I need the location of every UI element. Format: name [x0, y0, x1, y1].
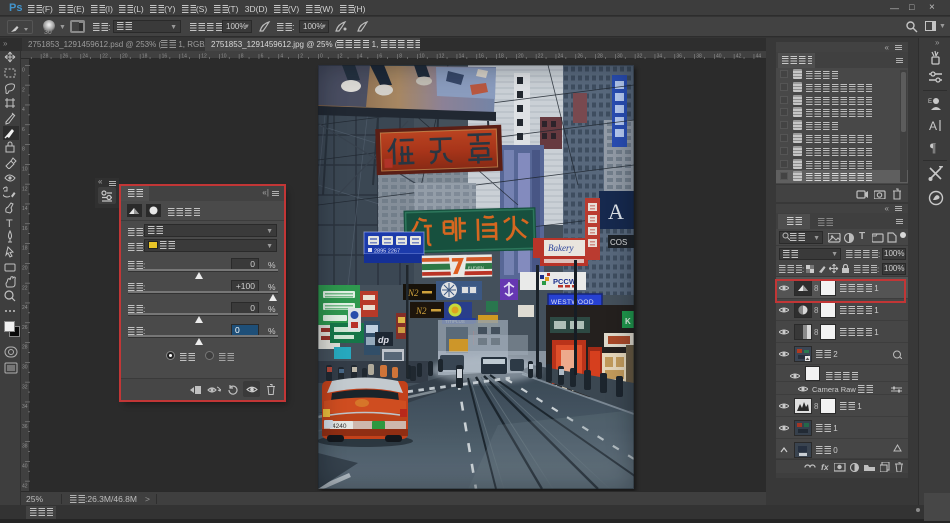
svg-text:38: 38	[22, 444, 28, 450]
svg-text:34: 34	[22, 404, 28, 410]
svg-text:42: 42	[22, 483, 28, 489]
svg-text:14: 14	[22, 206, 28, 212]
svg-text:E: E	[928, 99, 932, 105]
svg-text:30: 30	[22, 365, 28, 371]
svg-text:26: 26	[22, 325, 28, 331]
svg-text:8: 8	[22, 147, 25, 153]
svg-text:28: 28	[22, 345, 28, 351]
svg-text:T: T	[6, 218, 13, 229]
svg-text:6: 6	[22, 127, 25, 133]
svg-text:16: 16	[22, 226, 28, 232]
svg-text:20: 20	[22, 266, 28, 272]
svg-text:18: 18	[22, 246, 28, 252]
svg-text:10: 10	[22, 167, 28, 173]
svg-text:24: 24	[22, 305, 28, 311]
svg-text:A: A	[929, 119, 937, 133]
svg-text:12: 12	[22, 186, 28, 192]
svg-text:36: 36	[22, 424, 28, 430]
svg-text:¶: ¶	[930, 140, 936, 155]
svg-text:32: 32	[22, 384, 28, 390]
svg-text:4: 4	[22, 107, 25, 113]
svg-text:0: 0	[22, 68, 25, 74]
svg-text:22: 22	[22, 285, 28, 291]
svg-text:2: 2	[22, 87, 25, 93]
svg-text:40: 40	[22, 464, 28, 470]
